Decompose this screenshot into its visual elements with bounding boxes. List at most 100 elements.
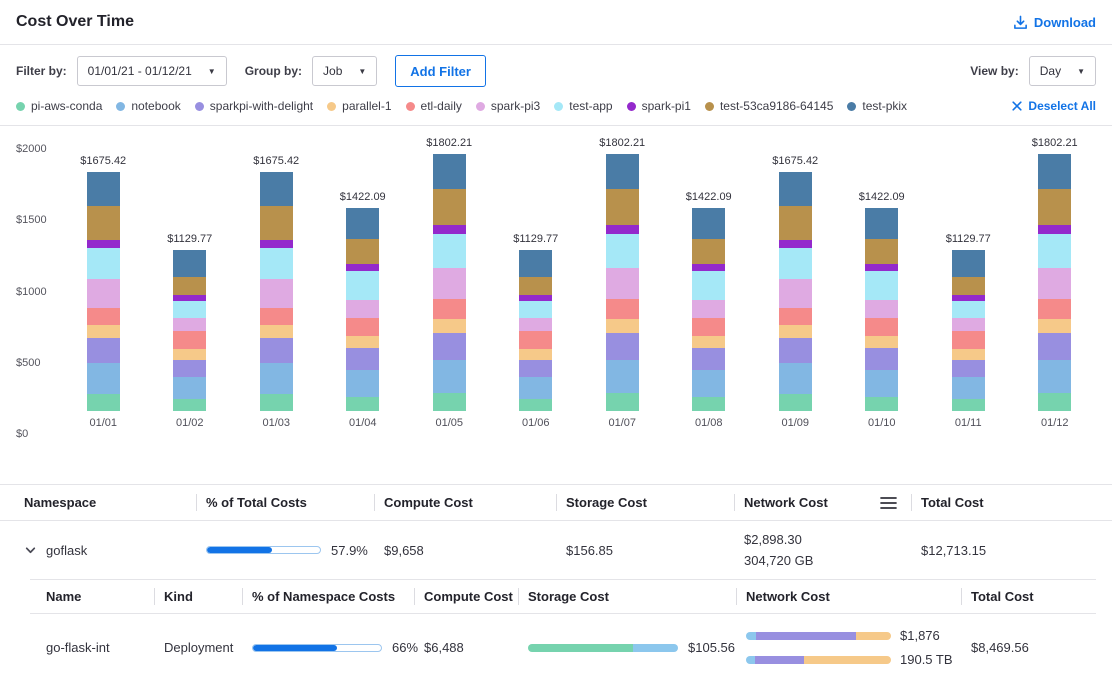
bar-segment-notebook[interactable] — [173, 377, 206, 399]
bar-segment-spark-pi3[interactable] — [865, 300, 898, 319]
bar-segment-parallel-1[interactable] — [346, 336, 379, 349]
date-range-select[interactable]: 01/01/21 - 01/12/21 ▼ — [77, 56, 227, 86]
col-total-cost[interactable]: Total Cost — [911, 485, 1096, 520]
bar-segment-spark-pi1[interactable] — [606, 225, 639, 234]
bar-segment-parallel-1[interactable] — [519, 349, 552, 360]
bar-segment-notebook[interactable] — [1038, 360, 1071, 393]
column-menu-icon[interactable] — [880, 496, 897, 510]
bar-segment-test-app[interactable] — [346, 271, 379, 300]
bar-segment-pi-aws-conda[interactable] — [606, 393, 639, 411]
bar-segment-test-pkix[interactable] — [519, 250, 552, 277]
bar-segment-test-pkix[interactable] — [87, 172, 120, 206]
bar-stack[interactable] — [519, 250, 552, 411]
bar-segment-notebook[interactable] — [779, 363, 812, 394]
bar-segment-test-app[interactable] — [260, 248, 293, 279]
bar-segment-notebook[interactable] — [433, 360, 466, 393]
bar-segment-sparkpi-with-delight[interactable] — [606, 333, 639, 359]
bar-segment-pi-aws-conda[interactable] — [173, 399, 206, 411]
bar-segment-parallel-1[interactable] — [433, 319, 466, 333]
bar-segment-parallel-1[interactable] — [779, 325, 812, 339]
bar-stack[interactable] — [260, 172, 293, 411]
bar-segment-notebook[interactable] — [346, 370, 379, 397]
bar-segment-test-pkix[interactable] — [346, 208, 379, 238]
bar-segment-etl-daily[interactable] — [87, 308, 120, 324]
bar-segment-sparkpi-with-delight[interactable] — [1038, 333, 1071, 359]
bar-segment-test-pkix[interactable] — [692, 208, 725, 238]
bar-segment-parallel-1[interactable] — [865, 336, 898, 349]
bar-segment-spark-pi3[interactable] — [692, 300, 725, 319]
bar-segment-test-app[interactable] — [519, 301, 552, 317]
bar-segment-etl-daily[interactable] — [346, 318, 379, 335]
bar-segment-test-53ca9186-64145[interactable] — [606, 189, 639, 225]
bar-segment-sparkpi-with-delight[interactable] — [692, 348, 725, 369]
bar-segment-spark-pi3[interactable] — [346, 300, 379, 319]
bar-segment-notebook[interactable] — [519, 377, 552, 399]
bar-stack[interactable] — [779, 172, 812, 411]
bar-segment-test-53ca9186-64145[interactable] — [173, 277, 206, 295]
bar-stack[interactable] — [433, 154, 466, 411]
bar-segment-spark-pi1[interactable] — [779, 240, 812, 248]
col-total-cost[interactable]: Total Cost — [961, 580, 1096, 613]
bar-segment-parallel-1[interactable] — [1038, 319, 1071, 333]
bar-segment-etl-daily[interactable] — [173, 331, 206, 350]
bar-segment-etl-daily[interactable] — [519, 331, 552, 350]
bar-segment-parallel-1[interactable] — [260, 325, 293, 339]
bar-segment-test-app[interactable] — [1038, 234, 1071, 268]
bar-segment-etl-daily[interactable] — [433, 299, 466, 319]
bar-segment-test-app[interactable] — [865, 271, 898, 300]
bar-segment-test-53ca9186-64145[interactable] — [433, 189, 466, 225]
bar-segment-spark-pi1[interactable] — [1038, 225, 1071, 234]
bar-segment-pi-aws-conda[interactable] — [952, 399, 985, 411]
col-compute-cost[interactable]: Compute Cost — [414, 580, 518, 613]
add-filter-button[interactable]: Add Filter — [395, 55, 486, 87]
col-storage-cost[interactable]: Storage Cost — [556, 485, 734, 520]
bar-segment-notebook[interactable] — [606, 360, 639, 393]
bar-segment-test-app[interactable] — [952, 301, 985, 317]
bar-segment-test-app[interactable] — [779, 248, 812, 279]
bar-segment-spark-pi3[interactable] — [952, 318, 985, 331]
col-name[interactable]: Name — [30, 580, 154, 613]
bar-segment-test-pkix[interactable] — [260, 172, 293, 206]
bar-segment-sparkpi-with-delight[interactable] — [519, 360, 552, 376]
bar-segment-notebook[interactable] — [260, 363, 293, 394]
bar-segment-pi-aws-conda[interactable] — [1038, 393, 1071, 411]
bar-stack[interactable] — [865, 208, 898, 411]
bar-segment-spark-pi3[interactable] — [87, 279, 120, 308]
bar-segment-parallel-1[interactable] — [173, 349, 206, 360]
bar-segment-spark-pi1[interactable] — [346, 264, 379, 271]
bar-segment-spark-pi1[interactable] — [433, 225, 466, 234]
col-network-cost[interactable]: Network Cost — [736, 580, 961, 613]
col-kind[interactable]: Kind — [154, 580, 242, 613]
bar-segment-sparkpi-with-delight[interactable] — [865, 348, 898, 369]
bar-segment-test-app[interactable] — [433, 234, 466, 268]
bar-segment-test-pkix[interactable] — [952, 250, 985, 277]
bar-segment-pi-aws-conda[interactable] — [519, 399, 552, 411]
bar-stack[interactable] — [87, 172, 120, 411]
bar-segment-pi-aws-conda[interactable] — [779, 394, 812, 411]
bar-segment-spark-pi3[interactable] — [606, 268, 639, 299]
namespace-cell[interactable]: goflask — [16, 543, 196, 558]
bar-segment-pi-aws-conda[interactable] — [87, 394, 120, 411]
bar-stack[interactable] — [1038, 154, 1071, 411]
bar-segment-sparkpi-with-delight[interactable] — [260, 338, 293, 362]
bar-segment-pi-aws-conda[interactable] — [346, 397, 379, 411]
bar-segment-sparkpi-with-delight[interactable] — [346, 348, 379, 369]
bar-segment-sparkpi-with-delight[interactable] — [952, 360, 985, 376]
bar-segment-sparkpi-with-delight[interactable] — [173, 360, 206, 376]
bar-segment-notebook[interactable] — [87, 363, 120, 394]
expand-chevron-icon[interactable] — [24, 544, 37, 557]
bar-segment-test-app[interactable] — [87, 248, 120, 279]
bar-segment-sparkpi-with-delight[interactable] — [87, 338, 120, 362]
bar-segment-etl-daily[interactable] — [692, 318, 725, 335]
bar-segment-test-53ca9186-64145[interactable] — [346, 239, 379, 265]
col-compute-cost[interactable]: Compute Cost — [374, 485, 556, 520]
bar-segment-etl-daily[interactable] — [606, 299, 639, 319]
bar-segment-test-pkix[interactable] — [433, 154, 466, 189]
bar-segment-etl-daily[interactable] — [260, 308, 293, 324]
bar-segment-etl-daily[interactable] — [1038, 299, 1071, 319]
bar-segment-spark-pi1[interactable] — [87, 240, 120, 248]
bar-segment-spark-pi3[interactable] — [173, 318, 206, 331]
bar-segment-test-app[interactable] — [692, 271, 725, 300]
bar-segment-notebook[interactable] — [952, 377, 985, 399]
bar-segment-parallel-1[interactable] — [87, 325, 120, 339]
